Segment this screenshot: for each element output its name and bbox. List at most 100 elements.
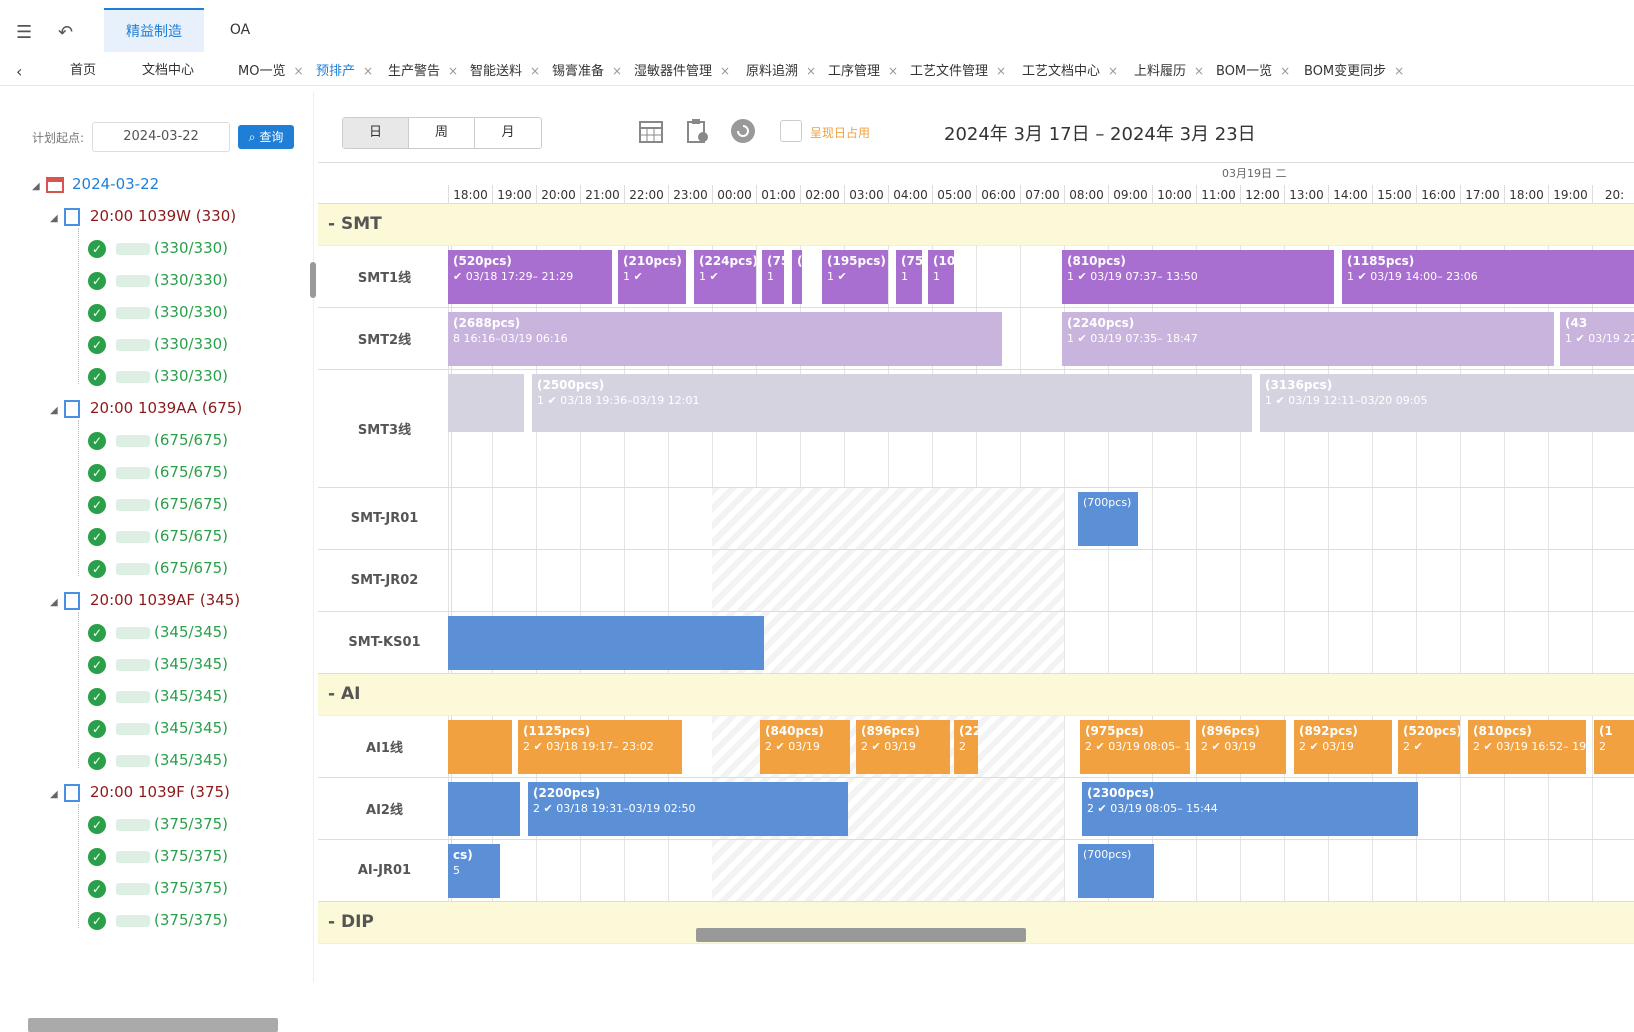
- collapse-icon[interactable]: ◢: [32, 175, 46, 199]
- tree-leaf[interactable]: ✓ (375/375): [88, 844, 228, 868]
- task-bar[interactable]: (2300pcs) 2 ✔ 03/19 08:05– 15:44: [1082, 782, 1418, 836]
- tab-item[interactable]: 首页: [60, 56, 132, 86]
- close-icon[interactable]: ×: [1394, 64, 1404, 78]
- view-month-button[interactable]: 月: [475, 118, 541, 148]
- tree-leaf[interactable]: ✓ (675/675): [88, 556, 228, 580]
- tab-item[interactable]: MO一览 ×: [228, 56, 306, 86]
- tab-item[interactable]: 原料追溯 ×: [736, 56, 818, 86]
- tree-leaf[interactable]: ✓ (375/375): [88, 876, 228, 900]
- tree-group[interactable]: ◢ 20:00 1039AF (345): [50, 588, 240, 612]
- close-icon[interactable]: ×: [1108, 64, 1118, 78]
- task-bar[interactable]: (: [792, 250, 802, 304]
- task-bar[interactable]: (2688pcs) 8 16:16–03/19 06:16: [448, 312, 1002, 366]
- collapse-icon[interactable]: ◢: [50, 399, 64, 423]
- tree-group[interactable]: ◢ 20:00 1039AA (675): [50, 396, 242, 420]
- task-bar[interactable]: (896pcs) 2 ✔ 03/19: [1196, 720, 1286, 774]
- view-week-button[interactable]: 周: [409, 118, 475, 148]
- tree-leaf[interactable]: ✓ (675/675): [88, 460, 228, 484]
- close-icon[interactable]: ×: [530, 64, 540, 78]
- close-icon[interactable]: ×: [363, 64, 373, 78]
- query-button[interactable]: ⌕ 查询: [238, 125, 295, 149]
- task-bar[interactable]: (43 1 ✔ 03/19 22:17: [1560, 312, 1634, 366]
- module-tab-oa[interactable]: OA: [210, 8, 270, 52]
- module-tab-lean[interactable]: 精益制造: [104, 8, 204, 52]
- tree-group[interactable]: ◢ 20:00 1039W (330): [50, 204, 236, 228]
- task-bar[interactable]: (520pcs) ✔ 03/18 17:29– 21:29: [448, 250, 612, 304]
- task-bar[interactable]: (2500pcs) 1 ✔ 03/18 19:36–03/19 12:01: [532, 374, 1252, 432]
- task-bar[interactable]: (2200pcs) 2 ✔ 03/18 19:31–03/19 02:50: [528, 782, 848, 836]
- tab-item[interactable]: 湿敏器件管理 ×: [624, 56, 736, 86]
- task-bar[interactable]: (3136pcs) 1 ✔ 03/19 12:11–03/20 09:05: [1260, 374, 1634, 432]
- tree-leaf[interactable]: ✓ (330/330): [88, 332, 228, 356]
- task-bar[interactable]: (520pcs) 2 ✔: [1398, 720, 1460, 774]
- task-bar[interactable]: (2240pcs) 1 ✔ 03/19 07:35– 18:47: [1062, 312, 1554, 366]
- chevron-left-icon[interactable]: ‹: [16, 62, 22, 81]
- tree-leaf[interactable]: ✓ (330/330): [88, 364, 228, 388]
- gantt-horizontal-scrollbar[interactable]: [696, 928, 1026, 942]
- tab-item[interactable]: 工序管理 ×: [818, 56, 900, 86]
- tab-item[interactable]: 上料履历 ×: [1124, 56, 1206, 86]
- tree-leaf[interactable]: ✓ (345/345): [88, 652, 228, 676]
- task-bar[interactable]: (892pcs) 2 ✔ 03/19: [1294, 720, 1392, 774]
- tab-item[interactable]: 工艺文档中心 ×: [1012, 56, 1124, 86]
- close-icon[interactable]: ×: [1194, 64, 1204, 78]
- task-bar[interactable]: cs) 5: [448, 844, 500, 898]
- tree-leaf[interactable]: ✓ (330/330): [88, 268, 228, 292]
- view-day-button[interactable]: 日: [343, 118, 409, 148]
- tree-group[interactable]: ◢ 20:00 1039F (375): [50, 780, 230, 804]
- close-icon[interactable]: ×: [720, 64, 730, 78]
- refresh-icon[interactable]: [730, 118, 756, 144]
- task-bar[interactable]: [448, 374, 524, 432]
- tab-item[interactable]: BOM变更同步 ×: [1294, 56, 1404, 86]
- task-bar[interactable]: (840pcs) 2 ✔ 03/19: [760, 720, 850, 774]
- task-bar[interactable]: (210pcs) 1 ✔: [618, 250, 686, 304]
- task-bar[interactable]: (810pcs) 2 ✔ 03/19 16:52– 19:34: [1468, 720, 1586, 774]
- tab-item[interactable]: 生产警告 ×: [378, 56, 460, 86]
- task-bar[interactable]: (10 1: [928, 250, 954, 304]
- close-icon[interactable]: ×: [806, 64, 816, 78]
- task-bar[interactable]: (751: [762, 250, 784, 304]
- tree-leaf[interactable]: ✓ (345/345): [88, 684, 228, 708]
- collapse-icon[interactable]: ◢: [50, 207, 64, 231]
- tree-leaf[interactable]: ✓ (375/375): [88, 908, 228, 932]
- tree-leaf[interactable]: ✓ (675/675): [88, 524, 228, 548]
- task-bar[interactable]: (751: [896, 250, 922, 304]
- tab-item[interactable]: 锡膏准备 ×: [542, 56, 624, 86]
- tab-item[interactable]: 工艺文件管理 ×: [900, 56, 1012, 86]
- task-bar[interactable]: (1185pcs) 1 ✔ 03/19 14:00– 23:06: [1342, 250, 1634, 304]
- occupy-checkbox[interactable]: [780, 120, 802, 142]
- close-icon[interactable]: ×: [612, 64, 622, 78]
- plan-date-input[interactable]: 2024-03-22: [92, 122, 231, 152]
- task-bar[interactable]: (700pcs): [1078, 844, 1154, 898]
- task-bar[interactable]: [448, 720, 512, 774]
- task-bar[interactable]: (195pcs) 1 ✔: [822, 250, 888, 304]
- task-bar[interactable]: (896pcs) 2 ✔ 03/19: [856, 720, 950, 774]
- tab-item[interactable]: 智能送料 ×: [460, 56, 542, 86]
- tree-leaf[interactable]: ✓ (330/330): [88, 236, 228, 260]
- tree-leaf[interactable]: ✓ (345/345): [88, 716, 228, 740]
- collapse-icon[interactable]: ◢: [50, 591, 64, 615]
- tree-vertical-scrollbar[interactable]: [310, 262, 316, 298]
- section-header[interactable]: - SMT: [318, 204, 1634, 246]
- menu-icon[interactable]: ☰: [16, 22, 32, 43]
- task-bar[interactable]: (1125pcs) 2 ✔ 03/18 19:17– 23:02: [518, 720, 682, 774]
- task-bar[interactable]: (810pcs) 1 ✔ 03/19 07:37– 13:50: [1062, 250, 1334, 304]
- tab-item[interactable]: 文档中心: [132, 56, 228, 86]
- close-icon[interactable]: ×: [1280, 64, 1290, 78]
- task-bar[interactable]: [448, 782, 520, 836]
- tab-item[interactable]: BOM一览 ×: [1206, 56, 1294, 86]
- task-bar[interactable]: (975pcs) 2 ✔ 03/19 08:05– 10:38: [1080, 720, 1190, 774]
- close-icon[interactable]: ×: [293, 64, 303, 78]
- task-bar[interactable]: (700pcs): [1078, 492, 1138, 546]
- task-bar[interactable]: (22 2: [954, 720, 978, 774]
- tree-horizontal-scrollbar[interactable]: [28, 1018, 278, 1032]
- task-bar[interactable]: (224pcs) 1 ✔: [694, 250, 756, 304]
- tree-leaf[interactable]: ✓ (345/345): [88, 620, 228, 644]
- task-bar[interactable]: [448, 616, 764, 670]
- tab-item[interactable]: 预排产 ×: [306, 56, 378, 86]
- task-bar[interactable]: (1 2: [1594, 720, 1634, 774]
- clipboard-icon[interactable]: [684, 118, 710, 144]
- close-icon[interactable]: ×: [448, 64, 458, 78]
- tree-leaf[interactable]: ✓ (675/675): [88, 428, 228, 452]
- tree-leaf[interactable]: ✓ (330/330): [88, 300, 228, 324]
